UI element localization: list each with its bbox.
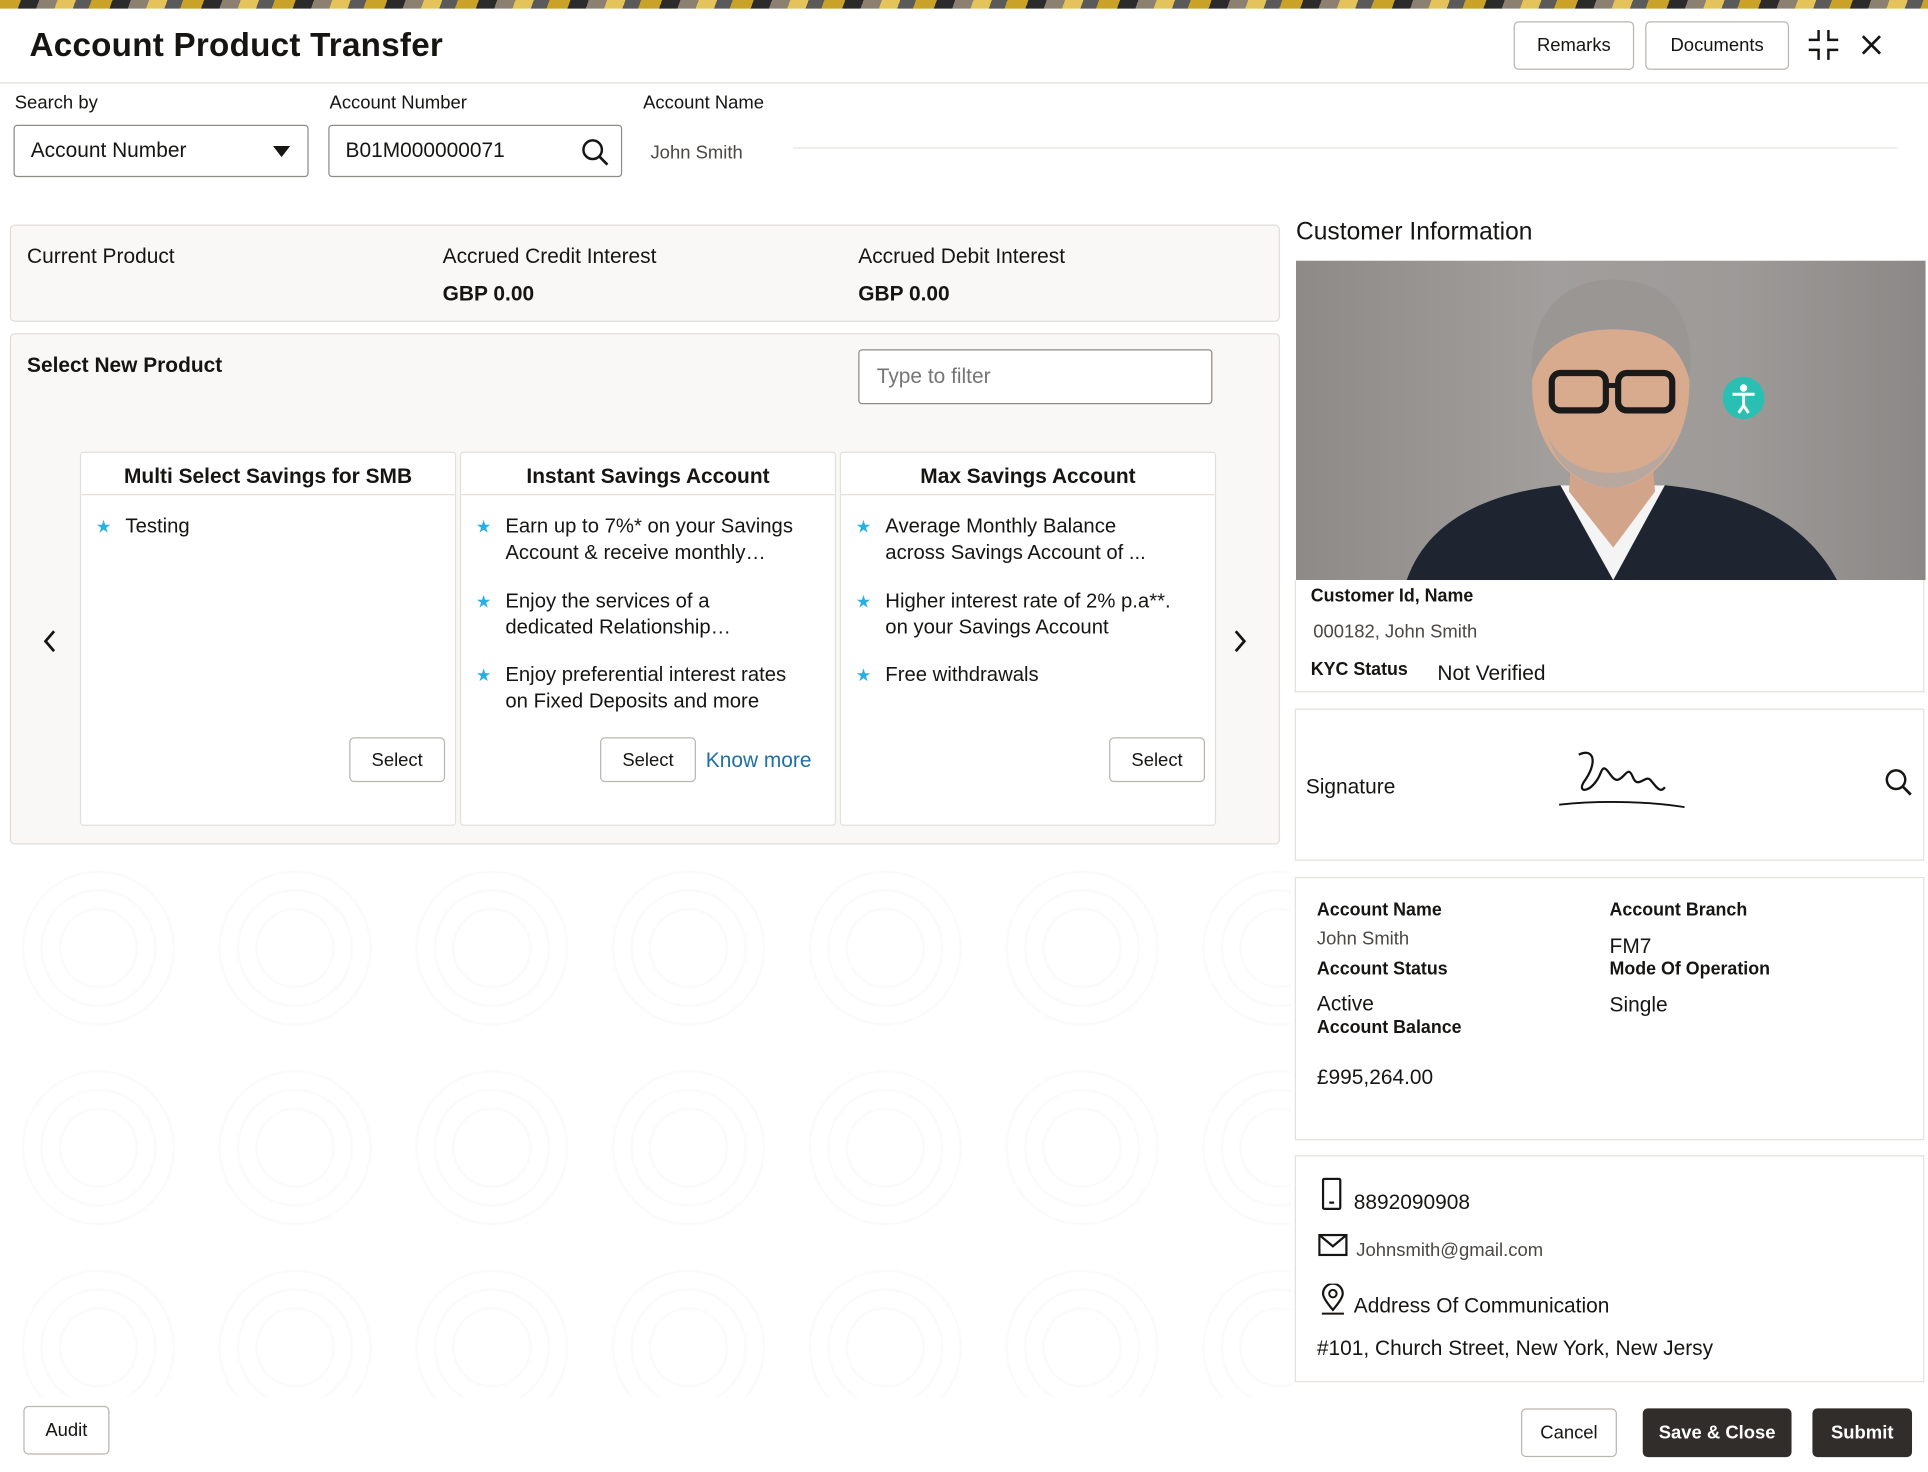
star-icon: ★: [475, 591, 492, 612]
product-card-title: Multi Select Savings for SMB: [81, 453, 455, 496]
product-feature: ★ Enjoy preferential interest rates on F…: [476, 662, 796, 714]
mail-icon: [1318, 1233, 1348, 1257]
customer-information-title: Customer Information: [1295, 218, 1533, 246]
customer-identity-panel: Customer Id, Name 000182, John Smith KYC…: [1294, 580, 1925, 693]
chevron-left-icon[interactable]: [41, 629, 61, 654]
account-name-underline: [793, 147, 1898, 149]
star-icon: ★: [95, 516, 112, 537]
search-by-value: Account Number: [30, 138, 187, 163]
address-label: Address Of Communication: [1353, 1293, 1610, 1318]
submit-button[interactable]: Submit: [1812, 1408, 1913, 1458]
search-icon[interactable]: [1884, 767, 1914, 797]
customer-id-name-label: Customer Id, Name: [1310, 586, 1474, 607]
product-feature: ★ Higher interest rate of 2% p.a**. on y…: [856, 589, 1176, 641]
page-title: Account Product Transfer: [29, 26, 444, 64]
search-by-select[interactable]: Account Number: [13, 124, 309, 178]
account-status-value: Active: [1316, 991, 1374, 1016]
account-number-input[interactable]: B01M000000071: [328, 124, 623, 178]
product-feature-text: Free withdrawals: [885, 663, 1039, 687]
product-card-title: Instant Savings Account: [461, 453, 835, 496]
phone-value: 8892090908: [1353, 1190, 1471, 1214]
account-details-panel: Account Name John Smith Account Branch F…: [1294, 876, 1925, 1141]
account-name-detail-value: John Smith: [1316, 928, 1410, 950]
documents-button[interactable]: Documents: [1645, 21, 1790, 70]
product-filter-input[interactable]: [858, 349, 1213, 405]
account-number-label: Account Number: [329, 92, 467, 114]
caret-down-icon: [272, 145, 291, 158]
accrued-debit-label: Accrued Debit Interest: [858, 244, 1066, 269]
close-icon[interactable]: [1860, 34, 1882, 56]
email-value: Johnsmith@gmail.com: [1356, 1240, 1544, 1262]
address-value: #101, Church Street, New York, New Jersy: [1316, 1336, 1714, 1360]
customer-photo: [1295, 260, 1926, 581]
compress-icon[interactable]: [1808, 29, 1840, 61]
product-card: Multi Select Savings for SMB ★ Testing S…: [79, 451, 457, 826]
remarks-button[interactable]: Remarks: [1513, 21, 1635, 70]
select-product-button[interactable]: Select: [600, 737, 696, 783]
product-feature: ★ Free withdrawals: [856, 662, 1176, 688]
mode-of-operation-label: Mode Of Operation: [1609, 959, 1771, 980]
select-product-button[interactable]: Select: [1109, 737, 1206, 783]
star-icon: ★: [855, 516, 872, 537]
account-status-label: Account Status: [1316, 959, 1448, 980]
phone-icon: [1321, 1177, 1342, 1210]
account-balance-label: Account Balance: [1316, 1017, 1462, 1038]
select-product-button[interactable]: Select: [349, 737, 446, 783]
product-feature-text: Average Monthly Balance across Savings A…: [885, 515, 1146, 564]
cancel-button[interactable]: Cancel: [1521, 1408, 1617, 1458]
signature-panel: Signature: [1294, 708, 1925, 861]
product-feature: ★ Testing: [96, 514, 440, 540]
star-icon: ★: [855, 664, 872, 685]
mode-of-operation-value: Single: [1609, 993, 1668, 1017]
product-card: Instant Savings Account ★ Earn up to 7%*…: [459, 451, 837, 826]
chevron-right-icon[interactable]: [1230, 629, 1250, 654]
signature-label: Signature: [1305, 774, 1396, 799]
search-by-label: Search by: [14, 92, 98, 114]
account-branch-value: FM7: [1609, 934, 1652, 959]
product-feature-text: Earn up to 7%* on your Savings Account &…: [505, 515, 793, 564]
product-card: Max Savings Account ★ Average Monthly Ba…: [839, 451, 1217, 826]
product-feature: ★ Enjoy the services of a dedicated Rela…: [476, 589, 796, 641]
select-product-title: Select New Product: [27, 353, 223, 377]
signature-image: [1559, 751, 1685, 809]
kyc-status-label: KYC Status: [1310, 659, 1408, 680]
star-icon: ★: [475, 516, 492, 537]
star-icon: ★: [475, 664, 492, 685]
header-bar: Account Product Transfer Remarks Documen…: [0, 8, 1928, 84]
background-pattern: [0, 848, 1292, 1398]
know-more-link[interactable]: Know more: [706, 748, 812, 773]
product-feature-text: Higher interest rate of 2% p.a**. on you…: [885, 590, 1171, 639]
product-feature: ★ Earn up to 7%* on your Savings Account…: [476, 514, 796, 566]
location-icon: [1321, 1283, 1344, 1315]
account-branch-label: Account Branch: [1609, 900, 1748, 921]
product-feature: ★ Average Monthly Balance across Savings…: [856, 514, 1176, 566]
product-feature-text: Testing: [125, 515, 190, 538]
customer-portrait-illustration: [1406, 279, 1838, 581]
product-feature-text: Enjoy the services of a dedicated Relati…: [505, 590, 711, 639]
kyc-status-value: Not Verified: [1437, 661, 1546, 685]
search-icon[interactable]: [580, 137, 610, 167]
save-close-button[interactable]: Save & Close: [1642, 1408, 1792, 1458]
accrued-credit-value: GBP 0.00: [442, 281, 535, 306]
account-name-label: Account Name: [643, 92, 765, 114]
app-window: Account Product Transfer Remarks Documen…: [0, 0, 1928, 1472]
product-feature-text: Enjoy preferential interest rates on Fix…: [505, 663, 787, 713]
current-product-panel: Current Product Accrued Credit Interest …: [9, 224, 1281, 322]
top-decorative-strip: [0, 0, 1928, 9]
account-balance-value: £995,264.00: [1316, 1065, 1434, 1090]
audit-button[interactable]: Audit: [23, 1405, 110, 1455]
star-icon: ★: [855, 591, 872, 612]
accessibility-icon[interactable]: [1721, 375, 1765, 420]
account-number-value: B01M000000071: [345, 138, 505, 163]
contact-panel: 8892090908 Johnsmith@gmail.com Address O…: [1294, 1155, 1925, 1383]
customer-id-name-value: 000182, John Smith: [1313, 621, 1478, 643]
current-product-label: Current Product: [27, 244, 175, 269]
accrued-debit-value: GBP 0.00: [858, 281, 950, 306]
account-name-value: John Smith: [650, 142, 743, 164]
product-card-title: Max Savings Account: [841, 453, 1215, 496]
accrued-credit-label: Accrued Credit Interest: [442, 244, 657, 269]
account-name-detail-label: Account Name: [1316, 900, 1442, 921]
